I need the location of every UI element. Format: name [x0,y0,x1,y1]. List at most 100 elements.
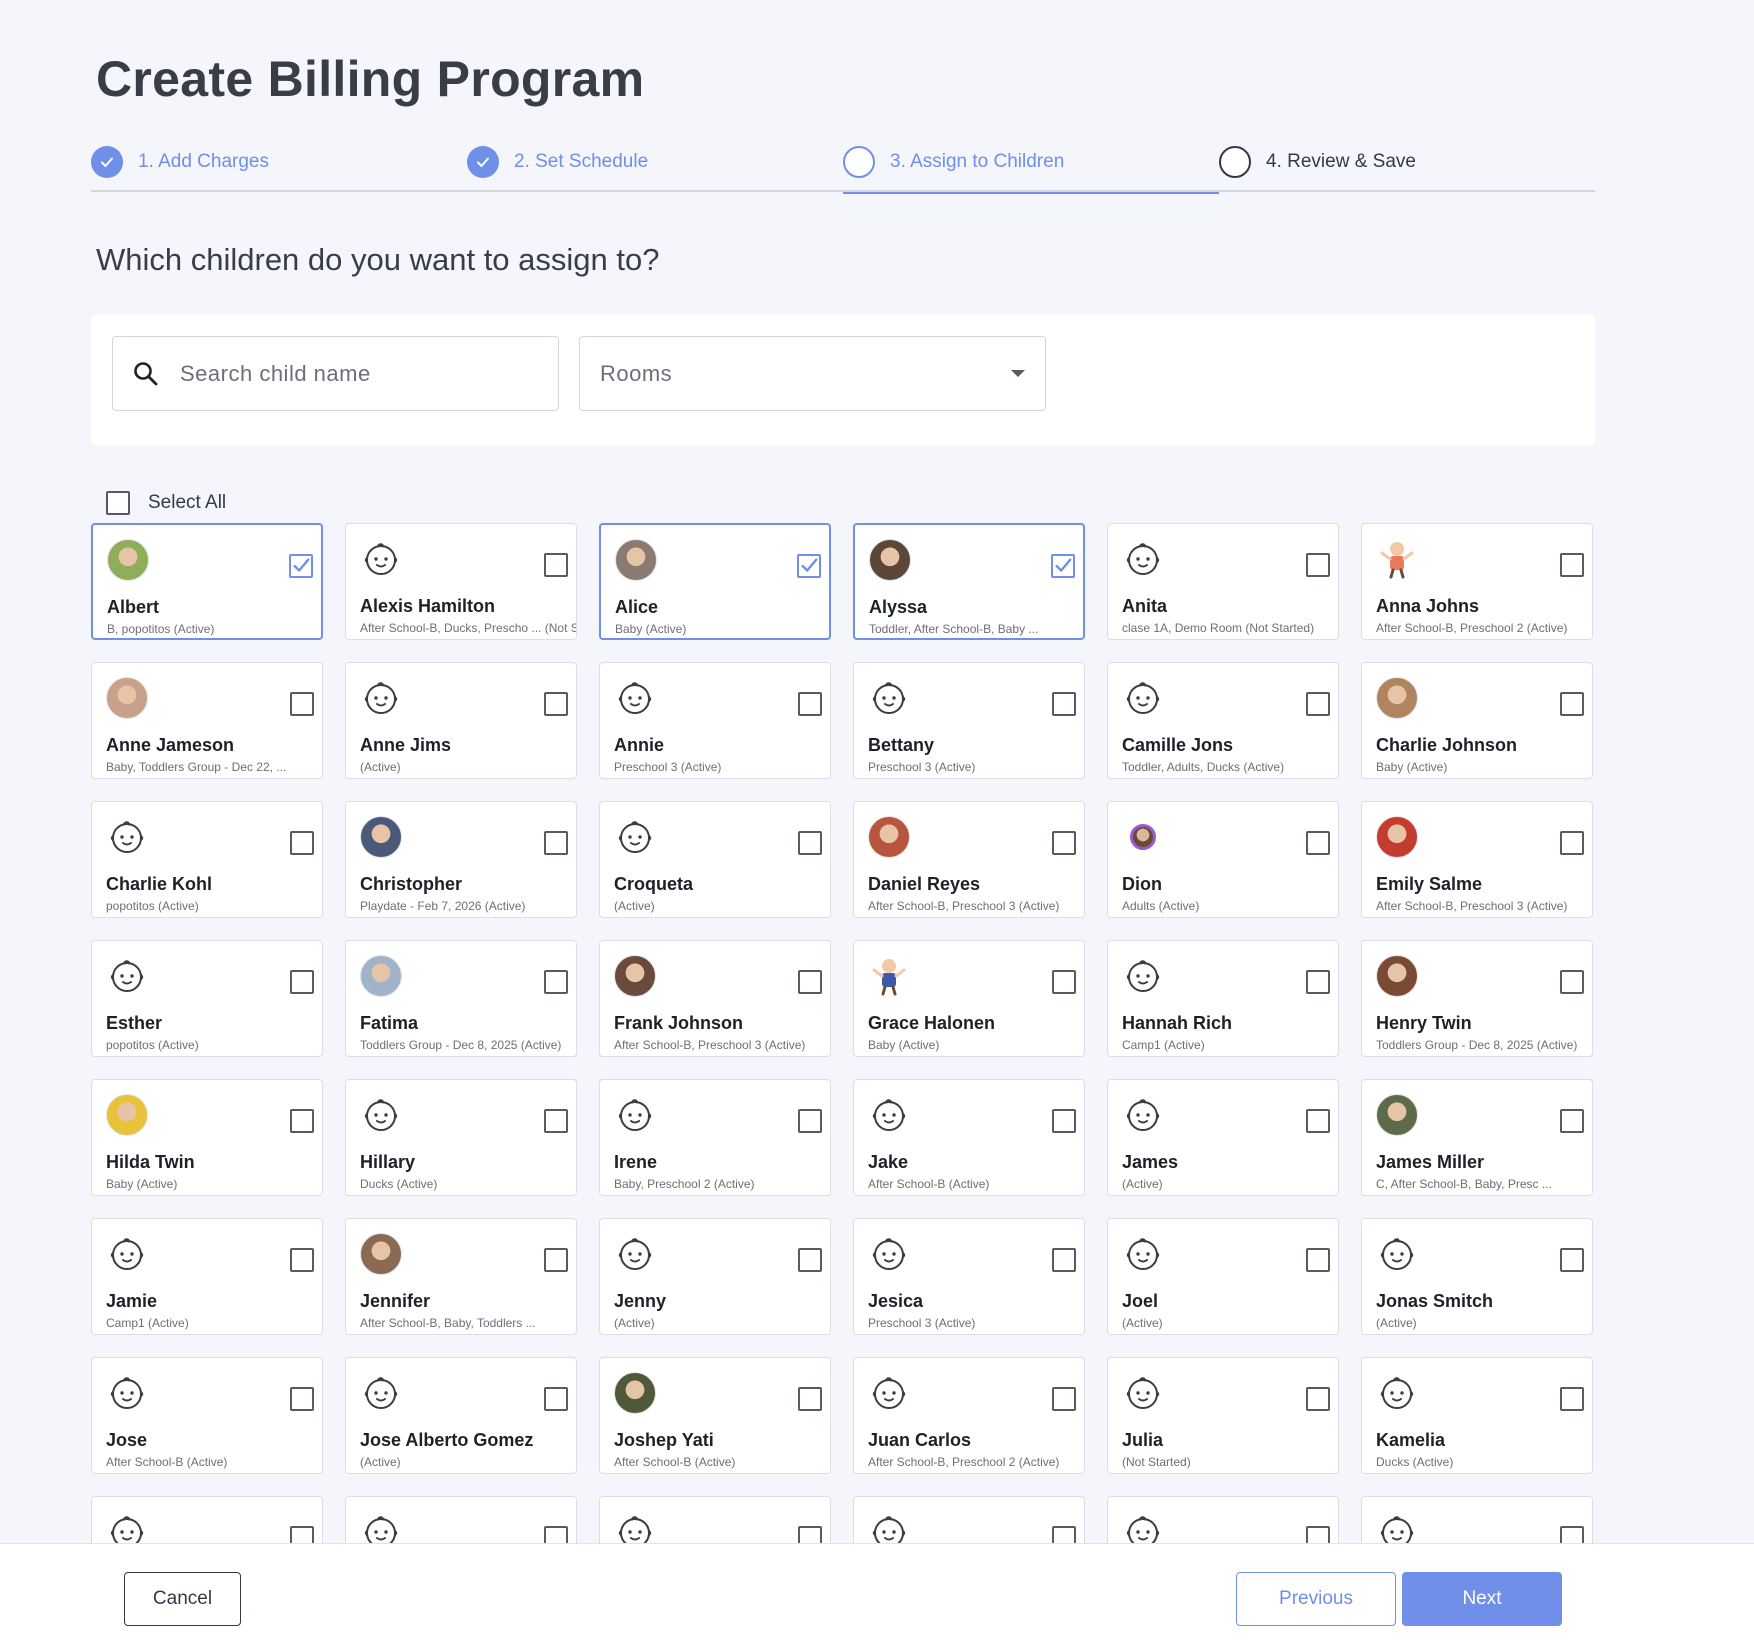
child-checkbox[interactable] [290,692,314,716]
child-checkbox[interactable] [290,1248,314,1272]
child-checkbox[interactable] [1306,831,1330,855]
child-checkbox[interactable] [798,831,822,855]
child-card[interactable]: Hillary Ducks (Active) [345,1079,577,1196]
child-checkbox[interactable] [544,553,568,577]
child-checkbox[interactable] [544,970,568,994]
child-card[interactable]: Jake After School-B (Active) [853,1079,1085,1196]
child-checkbox[interactable] [798,970,822,994]
child-card[interactable]: Albert B, popotitos (Active) [91,523,323,640]
child-card[interactable]: Daniel Reyes After School-B, Preschool 3 … [853,801,1085,918]
child-checkbox[interactable] [290,1387,314,1411]
child-card[interactable]: Jonas Smitch (Active) [1361,1218,1593,1335]
child-card[interactable]: Christopher Playdate - Feb 7, 2026 (Activ… [345,801,577,918]
child-card[interactable] [91,1496,323,1543]
child-card[interactable]: Jamie Camp1 (Active) [91,1218,323,1335]
child-checkbox[interactable] [798,1526,822,1543]
child-checkbox[interactable] [1306,1387,1330,1411]
child-checkbox[interactable] [289,554,313,578]
child-card[interactable] [599,1496,831,1543]
child-checkbox[interactable] [1052,831,1076,855]
child-checkbox[interactable] [544,1109,568,1133]
search-box[interactable] [112,336,559,411]
child-card[interactable]: Charlie Johnson Baby (Active) [1361,662,1593,779]
child-checkbox[interactable] [1306,553,1330,577]
child-checkbox[interactable] [1052,1109,1076,1133]
child-checkbox[interactable] [797,554,821,578]
child-card[interactable]: Jenny (Active) [599,1218,831,1335]
child-checkbox[interactable] [798,1248,822,1272]
child-checkbox[interactable] [1560,1387,1584,1411]
child-checkbox[interactable] [544,692,568,716]
child-checkbox[interactable] [1052,970,1076,994]
child-checkbox[interactable] [290,970,314,994]
select-all-checkbox[interactable] [106,491,130,515]
child-checkbox[interactable] [1560,1248,1584,1272]
child-card[interactable]: Joshep Yati After School-B (Active) [599,1357,831,1474]
child-card[interactable]: Anne Jims (Active) [345,662,577,779]
child-card[interactable]: Fatima Toddlers Group - Dec 8, 2025 (Acti… [345,940,577,1057]
child-card[interactable]: Irene Baby, Preschool 2 (Active) [599,1079,831,1196]
child-checkbox[interactable] [798,1387,822,1411]
child-card[interactable]: Jose After School-B (Active) [91,1357,323,1474]
step-add-charges[interactable]: 1. Add Charges [91,132,467,192]
child-checkbox[interactable] [1306,970,1330,994]
rooms-select[interactable]: Rooms [579,336,1046,411]
child-card[interactable]: Alexis Hamilton After School-B, Ducks, Pr… [345,523,577,640]
child-card[interactable]: Juan Carlos After School-B, Preschool 2 (… [853,1357,1085,1474]
child-card[interactable]: Hannah Rich Camp1 (Active) [1107,940,1339,1057]
child-checkbox[interactable] [290,1109,314,1133]
step-set-schedule[interactable]: 2. Set Schedule [467,132,843,192]
child-card[interactable]: Croqueta (Active) [599,801,831,918]
child-checkbox[interactable] [1306,692,1330,716]
child-card[interactable]: Dion Adults (Active) [1107,801,1339,918]
child-card[interactable]: Frank Johnson After School-B, Preschool 3… [599,940,831,1057]
child-card[interactable]: Henry Twin Toddlers Group - Dec 8, 2025 (… [1361,940,1593,1057]
child-card[interactable]: Bettany Preschool 3 (Active) [853,662,1085,779]
next-button[interactable]: Next [1402,1572,1562,1626]
search-input[interactable] [180,360,540,387]
child-card[interactable]: Anita clase 1A, Demo Room (Not Started) [1107,523,1339,640]
child-checkbox[interactable] [798,692,822,716]
child-card[interactable]: Julia (Not Started) [1107,1357,1339,1474]
child-checkbox[interactable] [1306,1248,1330,1272]
child-card[interactable]: Anne Jameson Baby, Toddlers Group - Dec 2… [91,662,323,779]
child-checkbox[interactable] [544,1387,568,1411]
child-card[interactable]: James (Active) [1107,1079,1339,1196]
cancel-button[interactable]: Cancel [124,1572,241,1626]
child-card[interactable]: Jennifer After School-B, Baby, Toddlers .… [345,1218,577,1335]
previous-button[interactable]: Previous [1236,1572,1396,1626]
child-card[interactable]: Anna Johns After School-B, Preschool 2 (A… [1361,523,1593,640]
child-checkbox[interactable] [1306,1526,1330,1543]
child-card[interactable]: Hilda Twin Baby (Active) [91,1079,323,1196]
child-checkbox[interactable] [290,831,314,855]
child-checkbox[interactable] [1560,553,1584,577]
child-card[interactable]: Alyssa Toddler, After School-B, Baby ... [853,523,1085,640]
step-assign-to-children[interactable]: 3. Assign to Children [843,132,1219,194]
child-card[interactable] [1361,1496,1593,1543]
child-card[interactable] [345,1496,577,1543]
child-checkbox[interactable] [1052,1387,1076,1411]
child-checkbox[interactable] [544,1526,568,1543]
child-checkbox[interactable] [544,831,568,855]
child-card[interactable]: Alice Baby (Active) [599,523,831,640]
child-checkbox[interactable] [1560,831,1584,855]
child-card[interactable]: Annie Preschool 3 (Active) [599,662,831,779]
child-card[interactable]: Jesica Preschool 3 (Active) [853,1218,1085,1335]
child-card[interactable]: Charlie Kohl popotitos (Active) [91,801,323,918]
child-checkbox[interactable] [1052,1248,1076,1272]
child-card[interactable]: James Miller C, After School-B, Baby, Pre… [1361,1079,1593,1196]
child-checkbox[interactable] [1306,1109,1330,1133]
child-card[interactable] [853,1496,1085,1543]
select-all[interactable]: Select All [106,491,226,515]
step-review-save[interactable]: 4. Review & Save [1219,132,1595,192]
child-checkbox[interactable] [1560,1109,1584,1133]
child-card[interactable]: Emily Salme After School-B, Preschool 3 (… [1361,801,1593,918]
child-card[interactable]: Jose Alberto Gomez (Active) [345,1357,577,1474]
child-card[interactable]: Kamelia Ducks (Active) [1361,1357,1593,1474]
child-checkbox[interactable] [1560,970,1584,994]
child-card[interactable] [1107,1496,1339,1543]
child-checkbox[interactable] [1051,554,1075,578]
child-checkbox[interactable] [798,1109,822,1133]
child-checkbox[interactable] [1052,1526,1076,1543]
child-card[interactable]: Grace Halonen Baby (Active) [853,940,1085,1057]
